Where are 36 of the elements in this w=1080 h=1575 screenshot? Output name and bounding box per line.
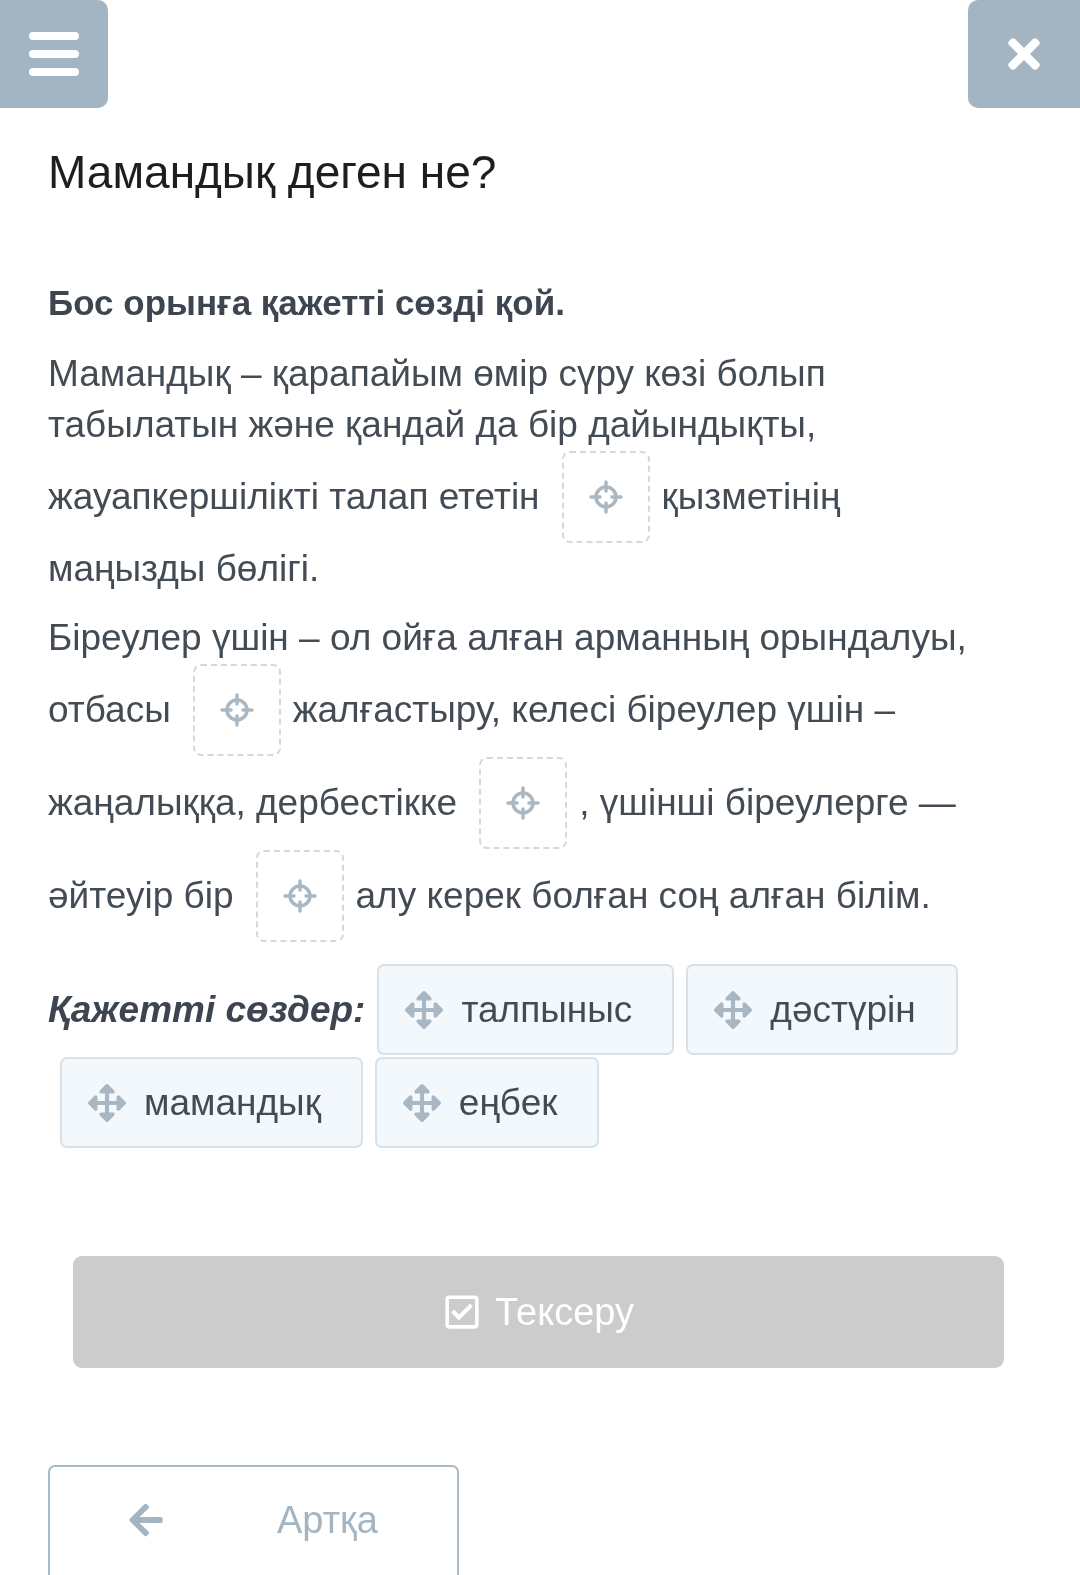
word-chip[interactable]: мамандық	[60, 1057, 363, 1148]
crosshair-icon	[506, 785, 541, 820]
instruction-text: Бос орынға қажетті сөзді қой.	[48, 282, 565, 324]
passage-text: қызметінің	[661, 475, 841, 519]
passage-text: жалғастыру, келесі біреулер үшін –	[292, 688, 895, 732]
drop-field[interactable]	[255, 849, 344, 942]
drop-field[interactable]	[561, 450, 650, 543]
arrow-left-icon	[127, 1501, 165, 1539]
move-icon	[714, 990, 753, 1029]
crosshair-icon	[219, 692, 254, 727]
move-icon	[402, 1083, 441, 1122]
passage-text: жауапкершілікті талап ететін	[48, 475, 540, 519]
word-chip[interactable]: дәстүрін	[686, 964, 958, 1055]
passage-text: алу керек болған соң алған білім.	[355, 874, 931, 918]
move-icon	[405, 990, 444, 1029]
word-chip[interactable]: талпыныс	[377, 964, 675, 1055]
drop-field[interactable]	[192, 663, 281, 756]
passage-text: Біреулер үшін – ол ойға алған арманның орындалуы,	[48, 616, 967, 660]
page-title: Мамандық деген не?	[48, 145, 497, 200]
drop-field[interactable]	[479, 756, 568, 849]
passage-text: маңызды бөлігі.	[48, 547, 320, 591]
close-button[interactable]	[968, 0, 1080, 108]
passage-text: табылатын және қандай да бір дайындықты,	[48, 403, 817, 447]
passage-text: әйтеуір бір	[48, 874, 234, 918]
passage-text: жаңалыққа, дербестікке	[48, 781, 458, 825]
passage-text: , үшінші біреулерге —	[579, 781, 956, 825]
crosshair-icon	[588, 479, 623, 514]
passage-text: Мамандық – қарапайым өмір сүру көзі болып	[48, 352, 826, 396]
checkbox-tick-icon	[442, 1293, 481, 1331]
move-icon	[88, 1083, 126, 1122]
word-bank-label: Қажетті сөздер:	[48, 988, 366, 1032]
word-chip[interactable]: еңбек	[374, 1057, 600, 1148]
menu-icon	[29, 32, 79, 76]
menu-button[interactable]	[0, 0, 108, 108]
passage-text: отбасы	[48, 688, 171, 732]
crosshair-icon	[282, 878, 317, 913]
